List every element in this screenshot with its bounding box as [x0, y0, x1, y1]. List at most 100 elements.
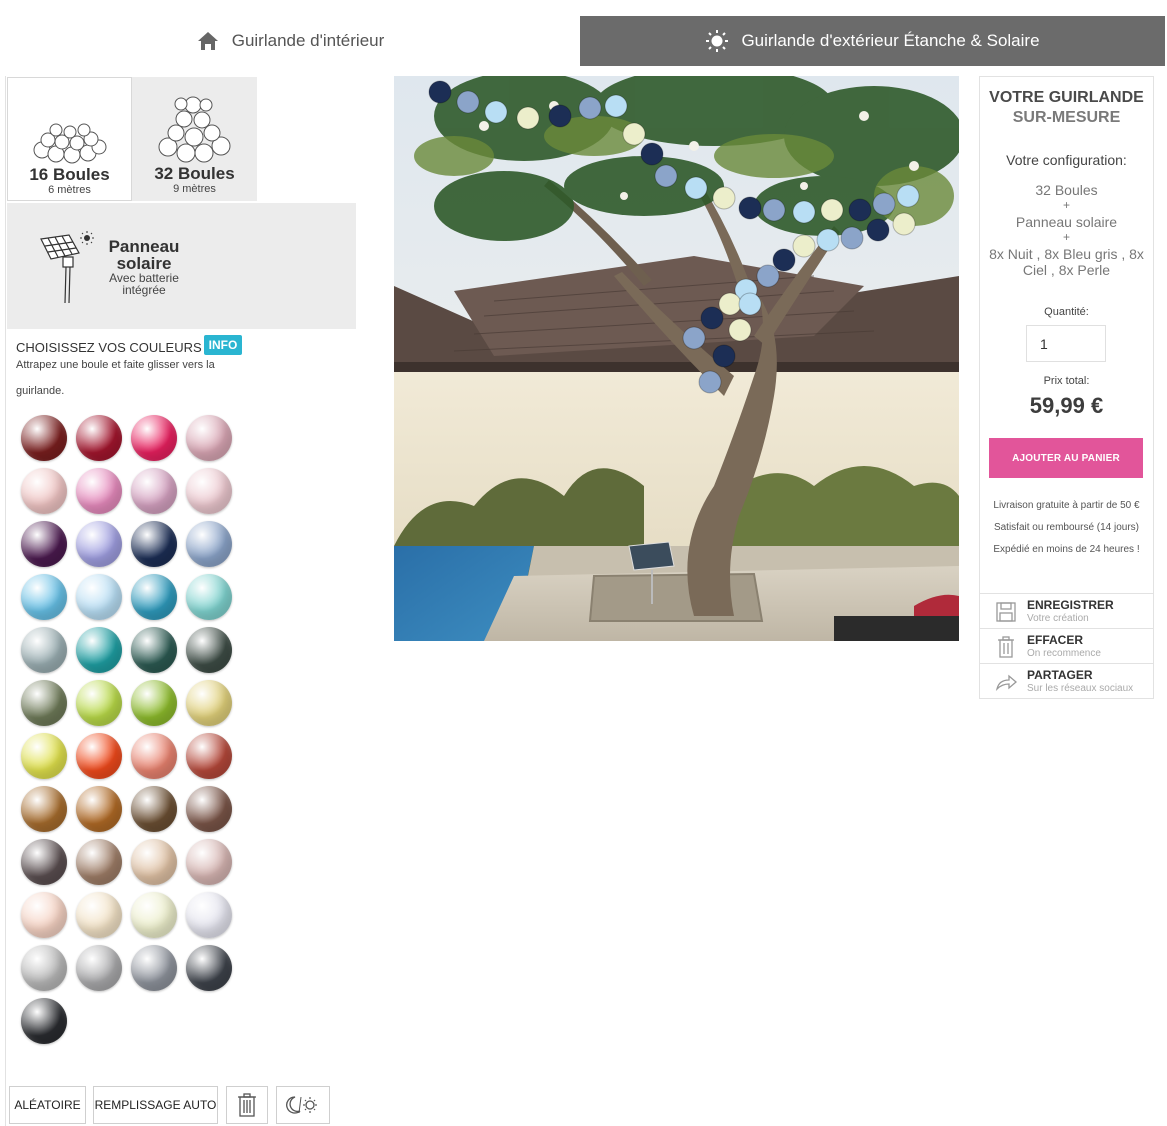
color-ball[interactable]: [76, 945, 122, 991]
color-ball[interactable]: [186, 839, 232, 885]
color-ball[interactable]: [76, 468, 122, 514]
garland-ball: [712, 186, 736, 210]
color-ball[interactable]: [131, 574, 177, 620]
garland-ball: [872, 192, 896, 216]
garland-ball: [772, 248, 796, 272]
garland-ball: [728, 318, 752, 342]
color-ball[interactable]: [76, 574, 122, 620]
garland-ball: [820, 198, 844, 222]
color-ball[interactable]: [76, 892, 122, 938]
price-label: Prix total:: [1043, 375, 1090, 387]
color-ball[interactable]: [131, 839, 177, 885]
garland-ball: [840, 226, 864, 250]
tab-indoor-label: Guirlande d'intérieur: [231, 31, 385, 50]
color-ball[interactable]: [131, 733, 177, 779]
garland-ball: [792, 200, 816, 224]
color-ball[interactable]: [21, 998, 67, 1044]
shipping-note: Livraison gratuite à partir de 50 €: [993, 500, 1140, 511]
color-ball[interactable]: [186, 892, 232, 938]
garland-ball: [700, 306, 724, 330]
config-colors-1: 8x Nuit , 8x Bleu gris , 8x: [989, 246, 1144, 262]
color-ball[interactable]: [131, 680, 177, 726]
garland-ball: [738, 196, 762, 220]
config-solar: Panneau solaire: [1015, 214, 1118, 230]
left-panel-border: [5, 76, 6, 1126]
color-ball[interactable]: [186, 680, 232, 726]
color-ball[interactable]: [186, 733, 232, 779]
day-night-toggle[interactable]: [276, 1086, 330, 1124]
config-balls: 32 Boules: [1035, 182, 1098, 198]
color-ball[interactable]: [76, 680, 122, 726]
color-ball[interactable]: [186, 415, 232, 461]
color-ball[interactable]: [76, 786, 122, 832]
color-ball[interactable]: [186, 945, 232, 991]
share-action[interactable]: PARTAGER Sur les réseaux sociaux: [979, 663, 1154, 698]
color-ball[interactable]: [21, 680, 67, 726]
clear-sub: On recommence: [1027, 648, 1101, 659]
random-button[interactable]: ALÉATOIRE: [9, 1086, 86, 1124]
color-ball[interactable]: [131, 892, 177, 938]
color-ball[interactable]: [76, 627, 122, 673]
option-16-balls[interactable]: 16 Boules 6 mètres: [7, 77, 132, 201]
color-ball[interactable]: [131, 468, 177, 514]
color-ball[interactable]: [21, 892, 67, 938]
trash-icon: [998, 636, 1014, 658]
color-ball[interactable]: [131, 786, 177, 832]
color-ball[interactable]: [186, 468, 232, 514]
add-to-cart-button[interactable]: AJOUTER AU PANIER: [989, 438, 1143, 478]
solar-sub-2: intégrée: [122, 283, 166, 297]
option-solar-panel[interactable]: Panneau solaire Avec batterie intégrée: [7, 203, 356, 329]
clear-title: EFFACER: [1027, 633, 1084, 647]
quantity-input[interactable]: [1026, 325, 1106, 362]
color-ball[interactable]: [76, 839, 122, 885]
color-ball[interactable]: [186, 627, 232, 673]
garland-ball: [456, 90, 480, 114]
color-ball[interactable]: [131, 627, 177, 673]
config-plus-1: +: [1062, 198, 1070, 212]
color-ball[interactable]: [76, 521, 122, 567]
color-ball[interactable]: [21, 839, 67, 885]
color-ball[interactable]: [21, 627, 67, 673]
garland-ball: [682, 326, 706, 350]
garland-ball: [792, 234, 816, 258]
option-32-balls[interactable]: 32 Boules 9 mètres: [132, 77, 257, 201]
autofill-button[interactable]: REMPLISSAGE AUTO: [93, 1086, 218, 1124]
color-ball[interactable]: [21, 468, 67, 514]
garland-ball: [718, 292, 742, 316]
summary-heading: VOTRE GUIRLANDE: [989, 89, 1144, 106]
color-ball[interactable]: [186, 574, 232, 620]
garland-ball: [578, 96, 602, 120]
color-ball[interactable]: [21, 945, 67, 991]
trash-button[interactable]: [226, 1086, 268, 1124]
tab-outdoor[interactable]: Guirlande d'extérieur Étanche & Solaire: [580, 16, 1165, 66]
color-ball[interactable]: [21, 415, 67, 461]
color-ball[interactable]: [186, 521, 232, 567]
option-32-sub: 9 mètres: [173, 183, 216, 195]
color-ball[interactable]: [76, 415, 122, 461]
save-action[interactable]: ENREGISTRER Votre création: [979, 593, 1154, 628]
color-ball[interactable]: [131, 521, 177, 567]
balls-pile-large-icon: [158, 96, 231, 163]
color-ball[interactable]: [131, 415, 177, 461]
color-ball[interactable]: [21, 786, 67, 832]
garland-ball: [548, 104, 572, 128]
share-title: PARTAGER: [1027, 668, 1093, 682]
color-ball[interactable]: [186, 786, 232, 832]
garland-ball: [428, 80, 452, 104]
garland-ball: [738, 292, 762, 316]
garland-ball: [816, 228, 840, 252]
save-title: ENREGISTRER: [1027, 598, 1114, 612]
garland-ball: [698, 370, 722, 394]
tab-indoor[interactable]: Guirlande d'intérieur: [0, 16, 580, 66]
config-colors-2: Ciel , 8x Perle: [1022, 262, 1111, 278]
color-ball[interactable]: [76, 733, 122, 779]
clear-action[interactable]: EFFACER On recommence: [979, 628, 1154, 663]
color-ball[interactable]: [131, 945, 177, 991]
option-16-sub: 6 mètres: [48, 184, 91, 196]
garland-ball: [684, 176, 708, 200]
color-ball[interactable]: [21, 733, 67, 779]
garland-ball: [892, 212, 916, 236]
color-ball[interactable]: [21, 574, 67, 620]
color-ball[interactable]: [21, 521, 67, 567]
garland-ball: [896, 184, 920, 208]
